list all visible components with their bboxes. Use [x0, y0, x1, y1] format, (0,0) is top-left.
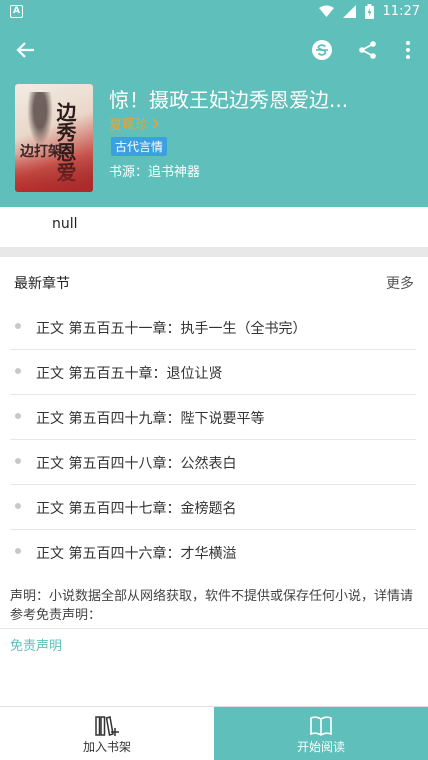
latest-chapters-header: 最新章节 更多 — [0, 257, 428, 303]
share-button[interactable] — [354, 36, 382, 64]
author-name: 夏珮珍 — [109, 118, 149, 133]
more-vertical-icon — [406, 41, 410, 59]
latest-chapters-title: 最新章节 — [14, 276, 70, 292]
disclaimer-link[interactable]: 免责声明 — [10, 635, 62, 654]
signal-icon — [342, 5, 356, 18]
clock: 11:27 — [382, 4, 420, 19]
add-to-shelf-label: 加入书架 — [82, 740, 131, 754]
share-icon — [359, 41, 376, 59]
intro-text: null — [52, 216, 78, 232]
book-open-icon — [310, 716, 332, 736]
chapter-item[interactable]: 正文 第五百四十九章：陛下说要平等 — [10, 395, 416, 440]
more-button[interactable] — [394, 36, 422, 64]
bullet-dot — [15, 413, 21, 419]
bookshelf-icon — [95, 716, 119, 736]
chapter-item[interactable]: 正文 第五百四十六章：才华横溢 — [10, 530, 416, 575]
chapter-list: 正文 第五百五十一章：执手一生（全书完） 正文 第五百五十章：退位让贤 正文 第… — [0, 305, 428, 575]
book-header: 边秀恩爱 边打架 惊！摄政王妃边秀恩爱边... 夏珮珍 古代言情 书源：追书神器 — [0, 24, 428, 207]
wifi-icon — [318, 5, 334, 17]
change-source-button[interactable] — [308, 36, 336, 64]
chapter-item[interactable]: 正文 第五百四十七章：金榜题名 — [10, 485, 416, 530]
notification-a-icon: A — [10, 5, 23, 18]
book-source: 书源：追书神器 — [109, 165, 201, 180]
bullet-dot — [15, 548, 21, 554]
start-reading-label: 开始阅读 — [296, 740, 345, 754]
disclaimer-divider — [0, 628, 428, 629]
bottom-action-bar: 加入书架 开始阅读 — [0, 706, 428, 760]
book-cover[interactable]: 边秀恩爱 边打架 — [15, 84, 93, 192]
add-to-shelf-button[interactable]: 加入书架 — [0, 707, 214, 760]
back-button[interactable] — [12, 36, 40, 64]
chapter-item[interactable]: 正文 第五百五十章：退位让贤 — [10, 350, 416, 395]
chapter-item[interactable]: 正文 第五百四十八章：公然表白 — [10, 440, 416, 485]
section-divider — [0, 247, 428, 257]
disclaimer-text: 声明：小说数据全部从网络获取，软件不提供或保存任何小说，详情请参考免责声明： — [10, 589, 414, 623]
chapter-title: 正文 第五百五十一章：执手一生（全书完） — [36, 321, 307, 337]
bullet-dot — [15, 458, 21, 464]
battery-icon — [364, 4, 374, 19]
strikethrough-circle-icon — [312, 40, 332, 60]
bullet-dot — [15, 323, 21, 329]
arrow-left-icon — [16, 42, 34, 58]
chapter-title: 正文 第五百四十六章：才华横溢 — [36, 546, 237, 562]
book-intro: null — [0, 207, 428, 247]
status-icons: 11:27 — [318, 4, 420, 19]
chapter-title: 正文 第五百四十七章：金榜题名 — [36, 501, 237, 517]
book-title: 惊！摄政王妃边秀恩爱边... — [109, 88, 349, 112]
chapter-item[interactable]: 正文 第五百五十一章：执手一生（全书完） — [10, 305, 416, 350]
status-bar: A 11:27 — [0, 0, 428, 24]
chevron-right-icon — [152, 118, 160, 129]
chapter-title: 正文 第五百四十九章：陛下说要平等 — [36, 411, 265, 427]
author-link[interactable]: 夏珮珍 — [109, 114, 160, 133]
chapter-title: 正文 第五百五十章：退位让贤 — [36, 366, 223, 382]
start-reading-button[interactable]: 开始阅读 — [214, 707, 428, 760]
category-tag: 古代言情 — [111, 137, 168, 156]
toolbar — [0, 24, 428, 76]
bullet-dot — [15, 368, 21, 374]
chapter-title: 正文 第五百四十八章：公然表白 — [36, 456, 237, 472]
more-chapters-link[interactable]: 更多 — [386, 273, 414, 293]
bullet-dot — [15, 503, 21, 509]
